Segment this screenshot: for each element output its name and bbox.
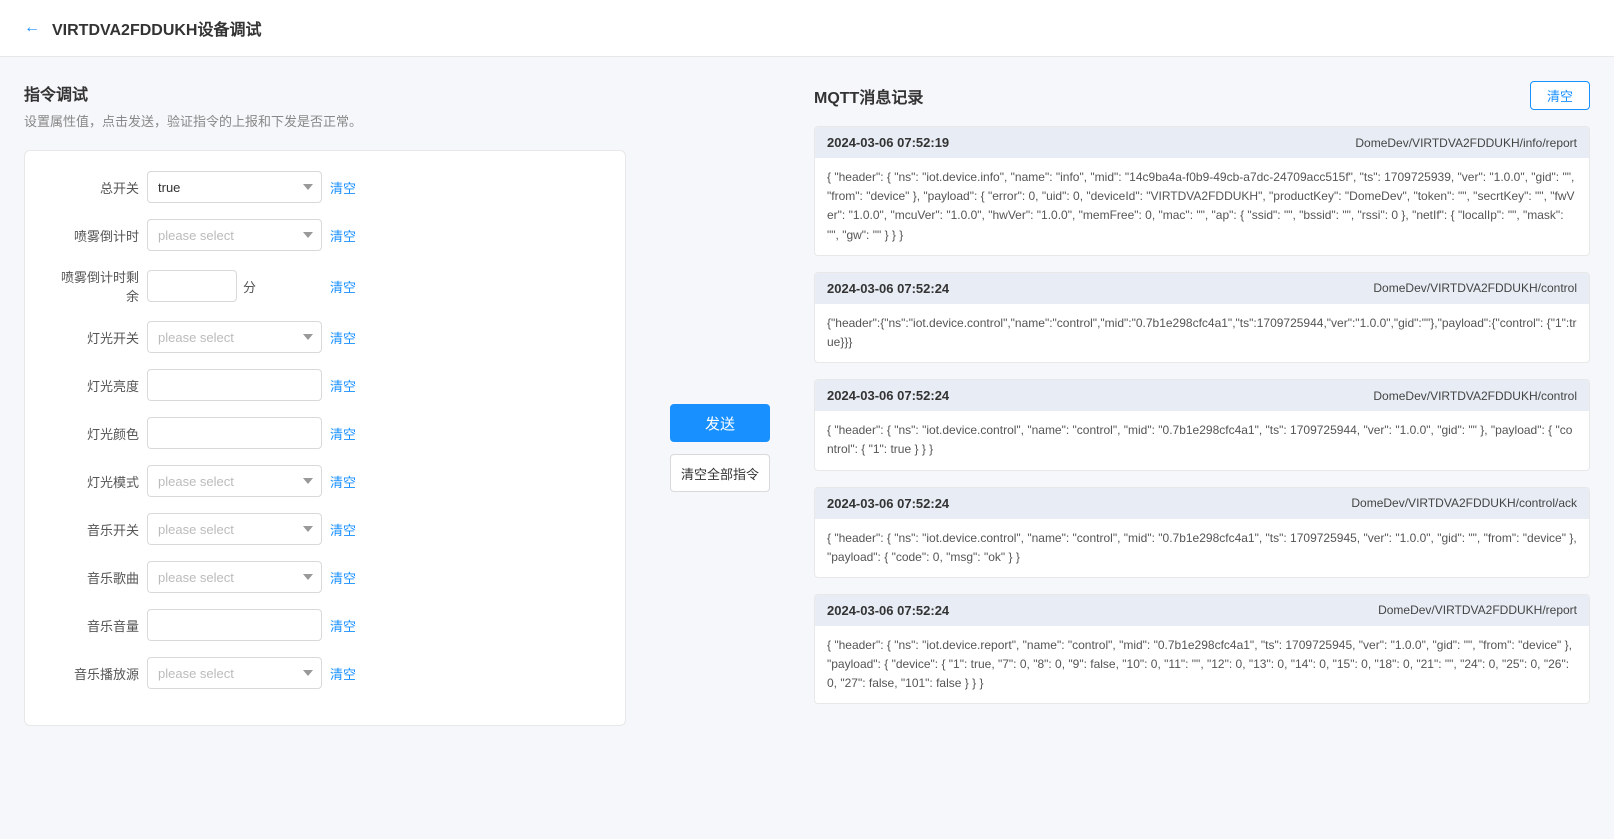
select-music-switch[interactable]: please select true false <box>147 513 322 545</box>
select-music-source[interactable]: please select <box>147 657 322 689</box>
form-row-music-volume: 音乐音量 清空 <box>49 609 601 641</box>
control-light-color <box>147 417 322 449</box>
log-time: 2024-03-06 07:52:24 <box>827 496 949 511</box>
clear-spray-remain[interactable]: 清空 <box>330 277 356 296</box>
right-title: MQTT消息记录 <box>814 84 923 108</box>
clear-light-switch[interactable]: 清空 <box>330 328 356 347</box>
label-light-mode: 灯光模式 <box>49 472 139 491</box>
back-button[interactable]: ← <box>24 19 40 37</box>
page-content: 指令调试 设置属性值，点击发送，验证指令的上报和下发是否正常。 总开关 true… <box>0 57 1614 839</box>
clear-music-volume[interactable]: 清空 <box>330 616 356 635</box>
clear-total-switch[interactable]: 清空 <box>330 178 356 197</box>
log-body: {"header":{"ns":"iot.device.control","na… <box>815 304 1589 362</box>
label-spray-countdown: 喷雾倒计时 <box>49 226 139 245</box>
form-row-spray-countdown: 喷雾倒计时 please select 清空 <box>49 219 601 251</box>
log-header: 2024-03-06 07:52:24 DomeDev/VIRTDVA2FDDUK… <box>815 273 1589 304</box>
label-music-switch: 音乐开关 <box>49 520 139 539</box>
log-body: { "header": { "ns": "iot.device.control"… <box>815 519 1589 577</box>
label-light-brightness: 灯光亮度 <box>49 376 139 395</box>
unit-spray-remain: 分 <box>243 277 256 296</box>
log-time: 2024-03-06 07:52:24 <box>827 603 949 618</box>
form-row-total-switch: 总开关 true false 清空 <box>49 171 601 203</box>
log-entry: 2024-03-06 07:52:19 DomeDev/VIRTDVA2FDDUK… <box>814 126 1590 256</box>
log-topic: DomeDev/VIRTDVA2FDDUKH/control <box>1373 389 1577 403</box>
right-header: MQTT消息记录 清空 <box>814 81 1590 110</box>
log-entry: 2024-03-06 07:52:24 DomeDev/VIRTDVA2FDDUK… <box>814 487 1590 578</box>
form-row-music-source: 音乐播放源 please select 清空 <box>49 657 601 689</box>
label-music-source: 音乐播放源 <box>49 664 139 683</box>
control-music-volume <box>147 609 322 641</box>
log-time: 2024-03-06 07:52:24 <box>827 388 949 403</box>
clear-music-source[interactable]: 清空 <box>330 664 356 683</box>
form-row-spray-remain: 喷雾倒计时剩余 分 清空 <box>49 267 601 305</box>
control-music-song: please select <box>147 561 322 593</box>
log-container: 2024-03-06 07:52:19 DomeDev/VIRTDVA2FDDUK… <box>814 126 1590 704</box>
form-row-light-mode: 灯光模式 please select 清空 <box>49 465 601 497</box>
input-music-volume[interactable] <box>147 609 322 641</box>
control-music-switch: please select true false <box>147 513 322 545</box>
log-header: 2024-03-06 07:52:24 DomeDev/VIRTDVA2FDDUK… <box>815 595 1589 626</box>
right-panel: MQTT消息记录 清空 2024-03-06 07:52:19 DomeDev/V… <box>790 57 1614 839</box>
log-header: 2024-03-06 07:52:24 DomeDev/VIRTDVA2FDDUK… <box>815 380 1589 411</box>
log-header: 2024-03-06 07:52:19 DomeDev/VIRTDVA2FDDUK… <box>815 127 1589 158</box>
input-spray-remain[interactable] <box>147 270 237 302</box>
log-topic: DomeDev/VIRTDVA2FDDUKH/control <box>1373 281 1577 295</box>
control-total-switch: true false <box>147 171 322 203</box>
select-total-switch[interactable]: true false <box>147 171 322 203</box>
clear-music-song[interactable]: 清空 <box>330 568 356 587</box>
clear-spray-countdown[interactable]: 清空 <box>330 226 356 245</box>
page-title: VIRTDVA2FDDUKH设备调试 <box>52 16 262 40</box>
label-spray-remain: 喷雾倒计时剩余 <box>49 267 139 305</box>
form-row-music-switch: 音乐开关 please select true false 清空 <box>49 513 601 545</box>
page-header: ← VIRTDVA2FDDUKH设备调试 <box>0 0 1614 57</box>
log-body: { "header": { "ns": "iot.device.report",… <box>815 626 1589 704</box>
log-time: 2024-03-06 07:52:19 <box>827 135 949 150</box>
form-row-light-brightness: 灯光亮度 清空 <box>49 369 601 401</box>
select-music-song[interactable]: please select <box>147 561 322 593</box>
clear-all-button[interactable]: 清空全部指令 <box>670 454 770 492</box>
label-light-switch: 灯光开关 <box>49 328 139 347</box>
form-row-light-switch: 灯光开关 please select true false 清空 <box>49 321 601 353</box>
control-music-source: please select <box>147 657 322 689</box>
control-light-switch: please select true false <box>147 321 322 353</box>
log-body: { "header": { "ns": "iot.device.control"… <box>815 411 1589 469</box>
form-row-light-color: 灯光颜色 清空 <box>49 417 601 449</box>
select-spray-countdown[interactable]: please select <box>147 219 322 251</box>
log-topic: DomeDev/VIRTDVA2FDDUKH/info/report <box>1355 136 1577 150</box>
log-topic: DomeDev/VIRTDVA2FDDUKH/control/ack <box>1351 496 1577 510</box>
log-entry: 2024-03-06 07:52:24 DomeDev/VIRTDVA2FDDUK… <box>814 272 1590 363</box>
form-row-music-song: 音乐歌曲 please select 清空 <box>49 561 601 593</box>
section-title: 指令调试 <box>24 81 626 105</box>
log-header: 2024-03-06 07:52:24 DomeDev/VIRTDVA2FDDUK… <box>815 488 1589 519</box>
log-entry: 2024-03-06 07:52:24 DomeDev/VIRTDVA2FDDUK… <box>814 379 1590 470</box>
log-body: { "header": { "ns": "iot.device.info", "… <box>815 158 1589 255</box>
control-spray-remain: 分 <box>147 270 322 302</box>
clear-light-color[interactable]: 清空 <box>330 424 356 443</box>
label-music-song: 音乐歌曲 <box>49 568 139 587</box>
send-button[interactable]: 发送 <box>670 404 770 442</box>
input-light-color[interactable] <box>147 417 322 449</box>
section-desc: 设置属性值，点击发送，验证指令的上报和下发是否正常。 <box>24 111 626 130</box>
label-light-color: 灯光颜色 <box>49 424 139 443</box>
log-time: 2024-03-06 07:52:24 <box>827 281 949 296</box>
clear-light-mode[interactable]: 清空 <box>330 472 356 491</box>
center-panel: 发送 清空全部指令 <box>650 57 790 839</box>
input-light-brightness[interactable] <box>147 369 322 401</box>
select-light-mode[interactable]: please select <box>147 465 322 497</box>
control-spray-countdown: please select <box>147 219 322 251</box>
label-total-switch: 总开关 <box>49 178 139 197</box>
control-light-mode: please select <box>147 465 322 497</box>
select-light-switch[interactable]: please select true false <box>147 321 322 353</box>
clear-log-button[interactable]: 清空 <box>1530 81 1590 110</box>
clear-music-switch[interactable]: 清空 <box>330 520 356 539</box>
clear-light-brightness[interactable]: 清空 <box>330 376 356 395</box>
label-music-volume: 音乐音量 <box>49 616 139 635</box>
left-panel: 指令调试 设置属性值，点击发送，验证指令的上报和下发是否正常。 总开关 true… <box>0 57 650 839</box>
log-topic: DomeDev/VIRTDVA2FDDUKH/report <box>1378 603 1577 617</box>
log-entry: 2024-03-06 07:52:24 DomeDev/VIRTDVA2FDDUK… <box>814 594 1590 705</box>
form-card: 总开关 true false 清空 喷雾倒计时 please select <box>24 150 626 726</box>
control-light-brightness <box>147 369 322 401</box>
